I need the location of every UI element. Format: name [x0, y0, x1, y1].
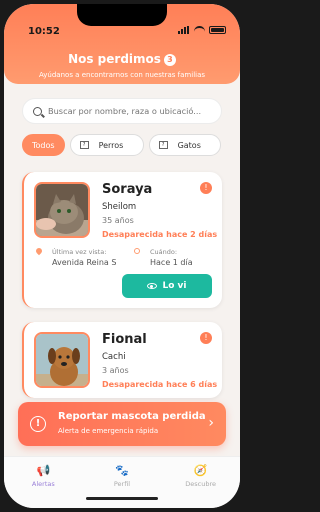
tab-descubre[interactable]: 🧭 Descubre [171, 465, 231, 508]
pet-age: 35 años [102, 216, 134, 225]
tab-bar: 📢 Alertas 🐾 Perfil 🧭 Descubre [4, 456, 240, 508]
filter-chip-label: Todos [32, 140, 55, 150]
dog-image-icon: ? [79, 141, 89, 149]
alert-icon: ! [200, 332, 212, 344]
page-title-text: Nos perdimos [68, 52, 161, 66]
report-title: Reportar mascota perdida [58, 411, 206, 422]
filter-chip-label: Perros [98, 140, 124, 150]
search-input[interactable] [48, 106, 220, 116]
page-subtitle: Ayúdanos a encontrarnos con nuestras fam… [38, 71, 206, 79]
pet-age: 3 años [102, 366, 129, 375]
search-bar[interactable] [22, 98, 222, 124]
clock-icon [134, 248, 140, 254]
pet-breed: Sheilom [102, 202, 137, 212]
last-seen-value: Avenida Reina S [52, 258, 117, 267]
compass-icon: 🧭 [193, 464, 208, 477]
battery-icon [209, 26, 226, 34]
pet-card[interactable]: Fional Cachi 3 años Desaparecida hace 6 … [22, 322, 222, 398]
report-lost-pet-button[interactable]: ! Reportar mascota perdida Alerta de eme… [18, 402, 226, 446]
cat-image-icon: ? [158, 141, 168, 149]
page-title: Nos perdimos 3 [4, 52, 240, 66]
status-icons [178, 26, 226, 34]
eye-icon [147, 283, 158, 289]
pet-name: Soraya [102, 182, 153, 197]
warning-icon: ! [30, 416, 46, 432]
when-value: Hace 1 día [150, 258, 193, 267]
lost-status: Desaparecida hace 6 días [102, 380, 218, 389]
pet-photo-cat [34, 182, 90, 238]
lo-vi-label: Lo vi [162, 281, 187, 291]
header: 10:52 Nos perdimos 3 Ayúdanos a encontrar… [4, 4, 240, 84]
report-subtitle: Alerta de emergencia rápida [58, 427, 159, 435]
tab-perfil[interactable]: 🐾 Perfil [92, 465, 152, 508]
paw-icon: 🐾 [115, 464, 129, 477]
tab-label: Alertas [31, 480, 55, 488]
filter-chip-todos[interactable]: Todos [22, 134, 65, 156]
megaphone-icon: 📢 [36, 464, 51, 477]
filter-chip-label: Gatos [177, 140, 201, 150]
phone-screen: 10:52 Nos perdimos 3 Ayúdanos a encontrar… [4, 4, 240, 508]
tab-alertas[interactable]: 📢 Alertas [13, 465, 73, 508]
last-seen-label: Última vez vista: [52, 248, 107, 256]
location-pin-icon [34, 246, 44, 256]
search-icon [33, 106, 42, 116]
wifi-icon [194, 26, 205, 34]
chevron-right-icon: › [208, 415, 214, 431]
home-indicator [86, 497, 158, 500]
signal-icon [178, 26, 190, 34]
lo-vi-button[interactable]: Lo vi [122, 274, 212, 298]
status-time: 10:52 [28, 26, 60, 37]
filter-chip-gatos[interactable]: ? Gatos [148, 134, 221, 156]
count-badge: 3 [163, 54, 176, 66]
tab-label: Perfil [113, 480, 131, 488]
notch [77, 4, 167, 26]
tab-label: Descubre [185, 480, 217, 488]
pet-name: Fional [102, 332, 147, 347]
lost-status: Desaparecida hace 2 días [102, 230, 218, 239]
filter-chip-perros[interactable]: ? Perros [69, 134, 144, 156]
filter-chips: Todos ? Perros ? Gatos [22, 134, 221, 156]
pet-card[interactable]: Soraya Sheilom 35 años Desaparecida hace… [22, 172, 222, 308]
when-label: Cuándo: [150, 248, 178, 256]
alert-icon: ! [200, 182, 212, 194]
pet-breed: Cachi [102, 352, 126, 362]
pet-photo-dog [34, 332, 90, 388]
